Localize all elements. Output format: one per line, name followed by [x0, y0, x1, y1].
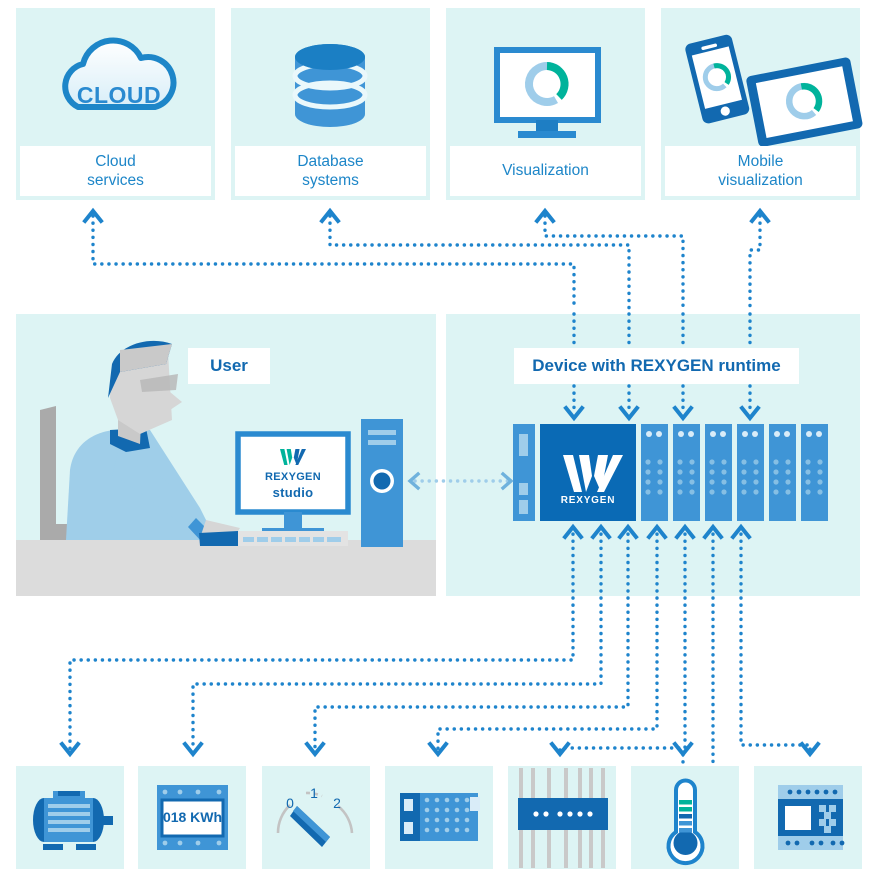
plc-brand-label: REXYGEN: [560, 495, 616, 506]
label-line-1: Visualization: [502, 162, 589, 180]
label-line-2: visualization: [718, 172, 803, 189]
gauge-tick-0: 0: [286, 795, 294, 812]
gauge-tick-1: 1: [310, 785, 318, 802]
top-card-label-cloud: Cloud services: [20, 146, 211, 196]
bottom-card-thermometer[interactable]: [631, 766, 739, 869]
top-card-label-mobile-visualization: Mobile visualization: [665, 146, 856, 196]
database-icon: [292, 44, 368, 127]
studio-brand-line1: REXYGEN: [265, 471, 321, 483]
label-line-1: Database: [297, 152, 364, 170]
bottom-card-io-module[interactable]: [385, 766, 493, 869]
gauge-tick-2: 2: [333, 795, 341, 812]
energy-meter-value: 018 KWh: [162, 809, 223, 826]
rexygen-w-logo-icon: [280, 449, 306, 465]
label-line-2: services: [87, 172, 144, 189]
io-module-icon: [400, 793, 480, 841]
top-card-label-visualization: Visualization: [450, 146, 641, 196]
bottom-card-network-switch[interactable]: [508, 766, 616, 869]
user-panel-title: User: [188, 348, 270, 384]
bottom-card-controller-unit[interactable]: [754, 766, 862, 869]
top-card-label-database: Database systems: [235, 146, 426, 196]
studio-brand-line2: studio: [272, 485, 314, 500]
cloud-icon-wordmark: CLOUD: [76, 81, 162, 108]
bottom-card-gauge[interactable]: [262, 766, 370, 869]
label-line-2: systems: [302, 172, 359, 189]
pc-tower[interactable]: [361, 419, 403, 547]
connectors-up: [91, 214, 762, 312]
connector-arrowheads-down: [59, 741, 821, 758]
label-line-1: Cloud: [95, 152, 136, 170]
diagram-canvas: device link -->: [0, 0, 877, 877]
studio-logo: [279, 448, 307, 466]
device-panel-title: Device with REXYGEN runtime: [514, 348, 799, 384]
label-line-1: Mobile: [737, 152, 784, 170]
architecture-diagram: device link -->: [16, 8, 863, 869]
connector-arrowheads-up: [82, 207, 771, 224]
keyboard[interactable]: [238, 531, 348, 546]
controller-unit-icon: [778, 785, 845, 850]
bottom-card-motor[interactable]: [16, 766, 124, 869]
